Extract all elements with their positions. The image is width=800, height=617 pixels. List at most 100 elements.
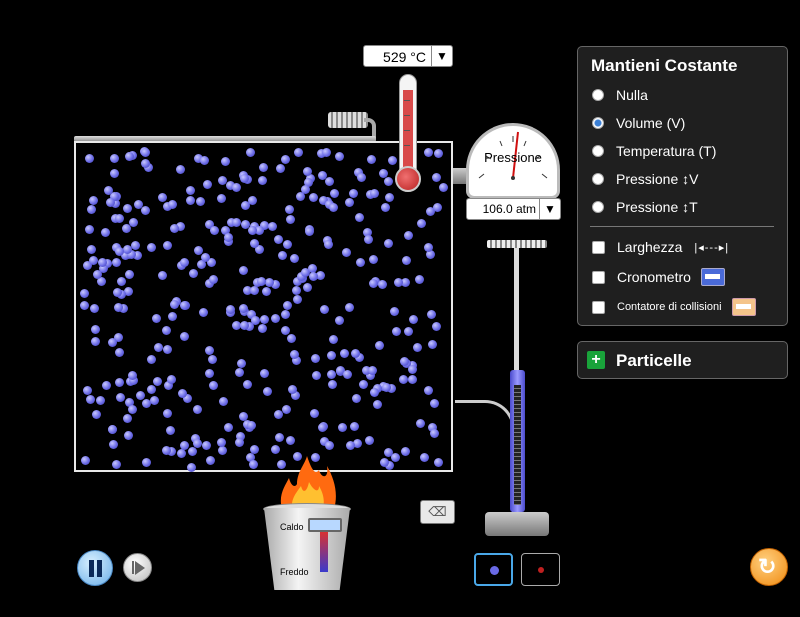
gas-particle [289,254,299,264]
radio-button[interactable] [592,173,604,185]
gas-particle [369,279,379,289]
option-pressure-v[interactable]: Pressione ↕V [592,171,698,187]
gas-particle [258,163,268,173]
gas-particle [200,253,210,263]
pump-hose [455,400,515,520]
pressure-readout[interactable]: 106.0 atm ▼ [466,198,561,220]
gas-particle [292,286,302,296]
step-button[interactable] [123,553,152,582]
gas-particle [90,304,100,314]
cold-label: Freddo [280,567,309,577]
pump-handle[interactable] [487,240,547,248]
gas-particle [95,395,105,405]
gas-particle [257,324,267,334]
gas-particle [432,173,442,183]
gas-particle [166,375,176,385]
gas-particle [345,197,355,207]
gas-particle [357,173,367,183]
gas-particle [224,232,234,242]
plus-icon[interactable]: + [587,351,605,369]
gas-particle [356,257,366,267]
reset-icon: ↻ [758,554,777,579]
checkbox[interactable] [592,240,605,254]
check-stopwatch[interactable]: Cronometro [592,268,725,286]
temperature-readout[interactable]: 529 °C ▼ [363,45,453,67]
radio-button[interactable] [592,201,604,213]
gas-particle [112,258,122,268]
gas-particle [268,222,278,232]
pump-rod [514,248,519,370]
gas-particle [110,168,119,178]
triangle-down-icon[interactable]: ▼ [431,46,452,66]
particles-panel[interactable]: + Particelle [577,341,788,379]
gas-particle [243,380,253,390]
gas-particle [107,425,117,435]
gas-particle [169,299,179,309]
gas-particle [342,370,352,379]
gas-particle [113,303,123,313]
option-label: Temperatura (T) [616,143,717,159]
gas-particle [384,176,394,186]
option-temperature[interactable]: Temperatura (T) [592,143,716,159]
eraser-button[interactable]: ⌫ [420,500,455,524]
option-volume[interactable]: Volume (V) [592,115,685,131]
gas-particle [401,446,411,456]
gas-particle [250,316,260,326]
gas-particle [114,348,124,358]
gas-particle [289,349,299,359]
gas-particle [430,429,440,439]
gas-particle [115,378,125,388]
lid-handle[interactable] [328,112,368,128]
gas-particle [434,148,444,158]
gas-particle [368,254,378,264]
gas-particle [330,189,340,199]
gas-particle [413,342,423,352]
checkbox[interactable] [592,270,605,284]
gas-particle [240,320,250,330]
heat-slider-knob[interactable] [308,518,342,532]
gas-particle [339,348,349,358]
checkbox[interactable] [592,300,605,314]
gas-particle [285,204,295,214]
gas-particle [318,423,328,433]
check-collision-counter[interactable]: Contatore di collisioni [592,298,756,316]
gas-particle [86,395,96,405]
gas-particle [372,400,382,410]
gas-particle [86,244,96,254]
gas-particle [326,351,336,361]
pause-button[interactable] [77,550,113,586]
check-width[interactable]: Larghezza |◂‑‑‑▸| [592,239,729,255]
gas-particle [127,371,137,381]
gas-particle [176,449,186,459]
light-particles-button[interactable] [521,553,560,586]
hot-label: Caldo [280,522,304,532]
gas-particle [342,248,352,258]
radio-button[interactable] [592,145,604,157]
gas-chamber[interactable] [74,141,453,472]
reset-button[interactable]: ↻ [750,548,788,586]
gas-particle [84,224,94,234]
gas-particle [423,242,433,252]
gas-particle [83,385,93,395]
pressure-value: 106.0 atm [482,202,536,216]
triangle-down-icon[interactable]: ▼ [539,199,560,219]
gas-particle [129,217,139,227]
gas-particle [231,218,241,228]
option-pressure-t[interactable]: Pressione ↕T [592,199,698,215]
gas-particle [250,444,260,454]
gas-particle [186,186,196,196]
radio-button[interactable] [592,89,604,101]
gas-particle [92,269,102,279]
thermometer-bulb [395,166,421,192]
radio-button-selected[interactable] [592,117,604,129]
gas-particle [388,156,398,166]
gas-particle [179,258,189,268]
check-label: Larghezza [617,239,683,255]
option-none[interactable]: Nulla [592,87,648,103]
gas-particle [419,453,429,463]
heavy-particles-button[interactable] [474,553,513,586]
gas-particle [90,325,100,335]
gas-particle [175,165,185,175]
gas-particle [399,357,409,367]
gas-particle [262,386,272,396]
